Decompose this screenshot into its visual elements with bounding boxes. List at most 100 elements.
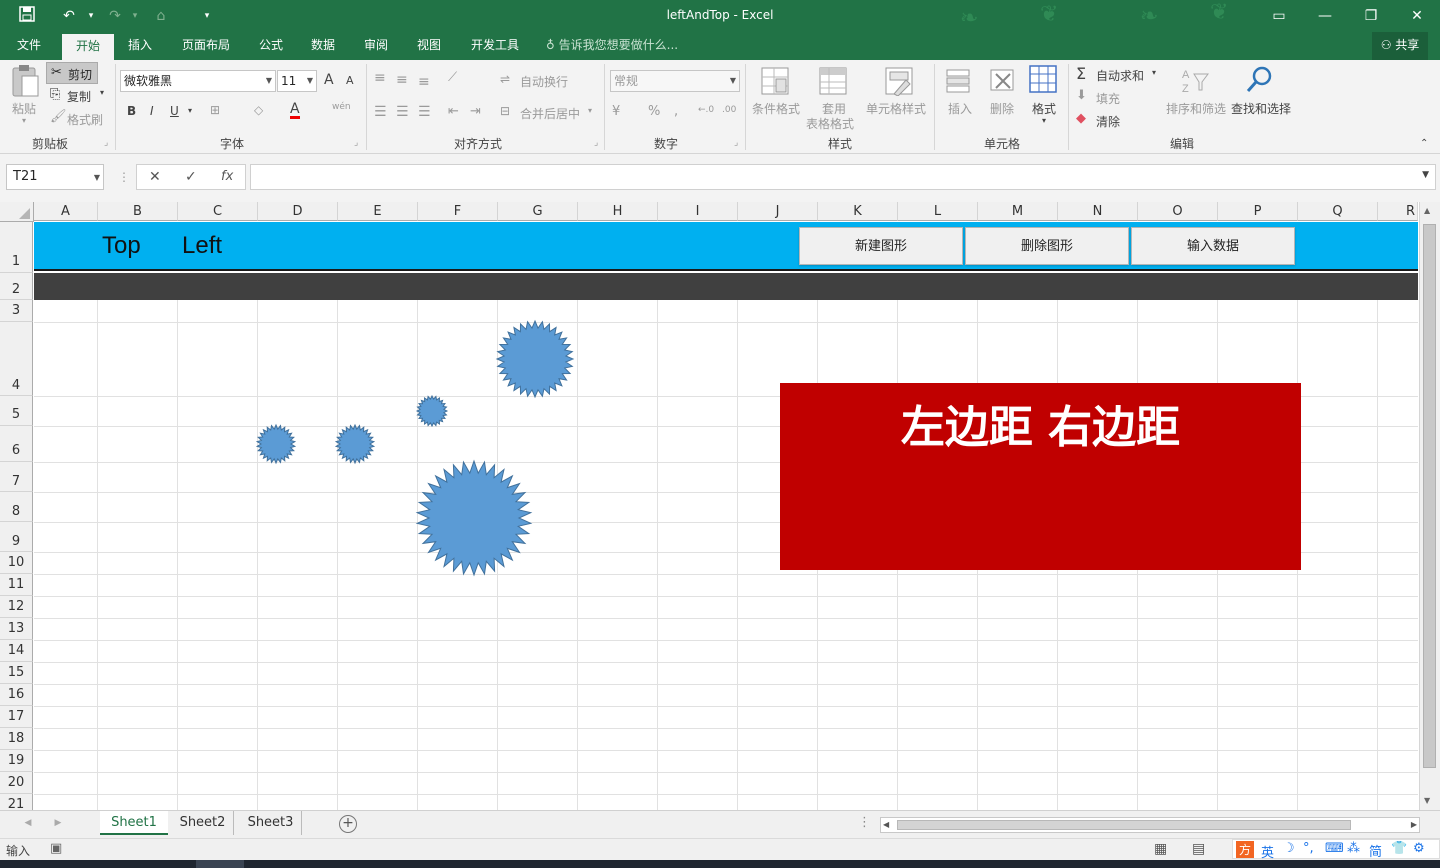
font-name-combo[interactable]: 微软雅黑 ▼ — [120, 70, 276, 92]
starburst-shape[interactable] — [415, 394, 449, 428]
align-bottom-icon[interactable]: ≡ — [418, 74, 430, 90]
dialog-launcher-icon[interactable]: ⌟ — [354, 138, 358, 148]
format-as-table-icon[interactable] — [818, 66, 850, 96]
conditional-format-icon[interactable] — [760, 66, 792, 96]
grow-font-button[interactable]: A — [324, 72, 334, 88]
shirt-icon[interactable]: 👕 — [1391, 841, 1407, 856]
insert-cells-icon[interactable] — [944, 66, 974, 96]
starburst-shape[interactable] — [415, 459, 533, 577]
align-left-icon[interactable]: ☰ — [374, 104, 387, 120]
starburst-shape[interactable] — [334, 423, 376, 465]
tab-data[interactable]: 数据 — [300, 32, 346, 60]
border-icon[interactable]: ⊞ — [210, 103, 220, 117]
punctuation-icon[interactable]: °, — [1303, 841, 1314, 856]
tab-view[interactable]: 视图 — [406, 32, 452, 60]
dialog-launcher-icon[interactable]: ⌟ — [734, 138, 738, 148]
insert-function-icon[interactable]: fx — [221, 169, 233, 184]
tell-me-box[interactable]: ♁ 告诉我您想要做什么... — [546, 32, 696, 60]
starburst-shape[interactable] — [495, 319, 575, 399]
copy-button[interactable]: ⎘ 复制 ▾ — [48, 86, 110, 106]
dialog-launcher-icon[interactable]: ⌟ — [104, 138, 108, 148]
clear-button[interactable]: ◆ 清除 — [1076, 110, 1146, 130]
minimize-icon[interactable]: — — [1302, 0, 1348, 32]
tab-developer[interactable]: 开发工具 — [462, 32, 528, 60]
comma-button[interactable]: , — [674, 104, 678, 119]
decrease-decimal-icon[interactable]: .00 — [722, 105, 736, 115]
dialog-launcher-icon[interactable]: ⌟ — [594, 138, 598, 148]
collapse-ribbon-icon[interactable]: ⌃ — [1420, 138, 1428, 149]
dots-icon[interactable]: ⁂ — [1347, 841, 1360, 856]
ime-lang[interactable]: 英 — [1261, 842, 1274, 861]
fill-button[interactable]: ⬇ 填充 — [1076, 87, 1146, 107]
scroll-left-icon[interactable]: ◀ — [883, 820, 889, 829]
horizontal-scrollbar[interactable]: ◀ ▶ — [880, 817, 1420, 833]
add-sheet-button[interactable]: + — [339, 815, 357, 833]
shrink-font-button[interactable]: A — [346, 74, 354, 87]
cell-styles-button[interactable]: 单元格样式 — [866, 100, 926, 117]
sheet-tab-sheet1[interactable]: Sheet1 — [100, 811, 168, 835]
tab-page-layout[interactable]: 页面布局 — [170, 32, 242, 60]
starburst-shape[interactable] — [255, 423, 297, 465]
scroll-thumb[interactable] — [897, 820, 1351, 830]
moon-icon[interactable]: ☽ — [1283, 841, 1295, 856]
delete-cells-button[interactable]: 删除 — [990, 100, 1014, 117]
tab-file[interactable]: 文件 — [6, 32, 52, 60]
font-color-button[interactable]: A — [290, 102, 300, 119]
prev-sheet-icon[interactable]: ◀ — [20, 811, 36, 835]
macro-record-icon[interactable]: ▣ — [50, 841, 62, 856]
conditional-format-button[interactable]: 条件格式 — [752, 100, 800, 117]
tab-home[interactable]: 开始 — [62, 34, 114, 60]
sheet-tab-sheet2[interactable]: Sheet2 — [172, 811, 234, 835]
ribbon-display-icon[interactable]: ▭ — [1256, 0, 1302, 32]
normal-view-icon[interactable]: ▦ — [1154, 841, 1167, 857]
chevron-down-icon[interactable]: ▼ — [1422, 170, 1429, 180]
next-sheet-icon[interactable]: ▶ — [50, 811, 66, 835]
indent-increase-icon[interactable]: ⇥ — [470, 104, 481, 119]
bold-button[interactable]: B — [127, 104, 136, 118]
delete-cells-icon[interactable] — [988, 66, 1018, 96]
chevron-down-icon[interactable]: ▾ — [1042, 116, 1046, 125]
phonetic-button[interactable]: wén — [332, 102, 351, 112]
cell-styles-icon[interactable] — [884, 66, 916, 97]
sheet-tab-sheet3[interactable]: Sheet3 — [240, 811, 302, 835]
currency-icon[interactable]: ¥ — [612, 104, 620, 119]
tab-insert[interactable]: 插入 — [116, 32, 164, 60]
page-layout-view-icon[interactable]: ▤ — [1192, 841, 1205, 857]
maximize-icon[interactable]: ❐ — [1348, 0, 1394, 32]
ime-logo-icon[interactable]: 方 — [1236, 841, 1254, 858]
format-cells-icon[interactable] — [1028, 64, 1060, 96]
underline-dropdown-icon[interactable]: ▾ — [188, 106, 192, 115]
taskbar-app[interactable] — [196, 860, 244, 868]
paste-icon[interactable] — [10, 64, 42, 102]
red-text-box[interactable]: 左边距 右边距 — [780, 383, 1301, 570]
cut-button[interactable]: ✂ 剪切 — [46, 62, 98, 84]
paste-dropdown-icon[interactable]: ▾ — [22, 116, 26, 125]
autosum-button[interactable]: Σ 自动求和 ▾ — [1076, 64, 1166, 84]
align-right-icon[interactable]: ☰ — [418, 104, 431, 120]
align-middle-icon[interactable]: ≡ — [396, 72, 408, 88]
wrap-text-button[interactable]: ⇌ 自动换行 — [500, 70, 580, 90]
worksheet-grid[interactable]: A B C D E F G H I J K L M N O P Q R Top … — [0, 202, 1440, 810]
format-cells-button[interactable]: 格式 — [1032, 100, 1056, 117]
tab-formulas[interactable]: 公式 — [248, 32, 294, 60]
underline-button[interactable]: U — [170, 104, 179, 118]
formula-input[interactable]: ▼ — [250, 164, 1436, 190]
scroll-down-icon[interactable]: ▼ — [1424, 796, 1430, 805]
align-top-icon[interactable]: ≡ — [374, 70, 386, 86]
increase-decimal-icon[interactable]: ←.0 — [698, 105, 714, 115]
close-icon[interactable]: ✕ — [1394, 0, 1440, 32]
share-button[interactable]: ⚇ 共享 — [1372, 32, 1428, 60]
italic-button[interactable]: I — [150, 104, 154, 118]
magnifier-icon[interactable] — [1244, 64, 1276, 96]
scroll-up-icon[interactable]: ▲ — [1424, 206, 1430, 215]
indent-decrease-icon[interactable]: ⇤ — [448, 104, 459, 119]
scroll-right-icon[interactable]: ▶ — [1411, 820, 1417, 829]
tab-review[interactable]: 审阅 — [353, 32, 399, 60]
orientation-icon[interactable]: ⟋ — [448, 70, 457, 85]
sort-filter-icon[interactable]: AZ — [1180, 66, 1212, 96]
font-size-combo[interactable]: 11 ▼ — [277, 70, 317, 92]
paste-button[interactable]: 粘贴 — [12, 100, 36, 117]
splitter-icon[interactable]: ⋮ — [858, 811, 871, 835]
sort-filter-button[interactable]: 排序和筛选 — [1166, 100, 1226, 117]
keyboard-icon[interactable]: ⌨ — [1325, 841, 1344, 856]
